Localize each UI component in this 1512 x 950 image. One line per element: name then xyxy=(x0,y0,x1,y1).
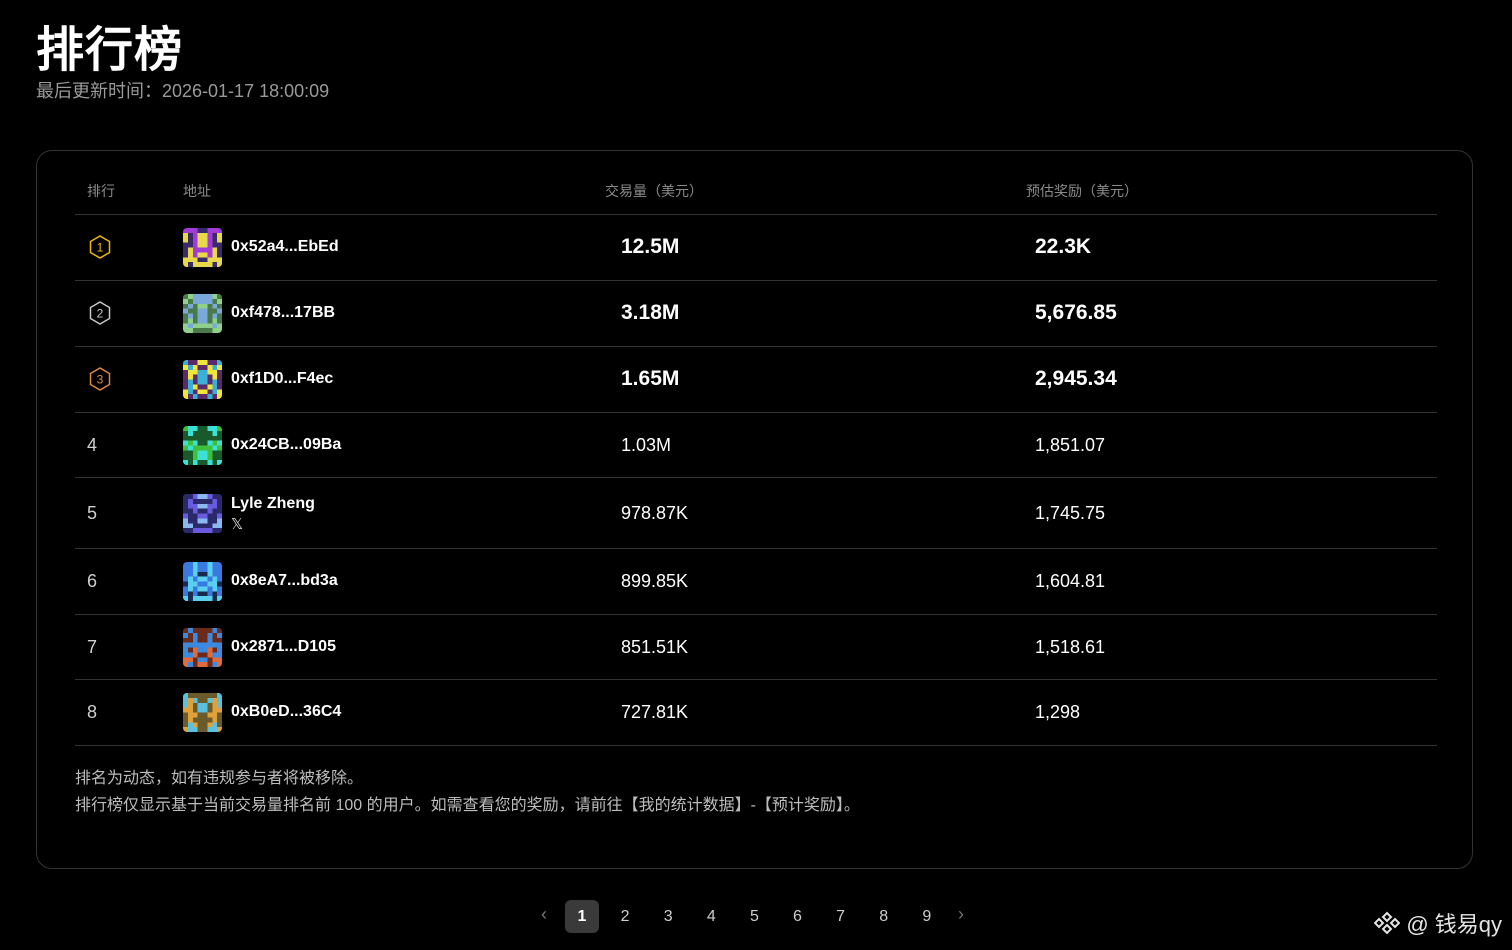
avatar[interactable] xyxy=(183,425,222,465)
avatar[interactable] xyxy=(183,493,222,533)
prev-page-button[interactable]: ‹ xyxy=(541,904,547,925)
last-updated: 最后更新时间：2026-01-17 18:00:09 xyxy=(36,81,330,101)
volume-value: 727.81K xyxy=(621,702,689,722)
rank-number: 2 xyxy=(97,307,104,321)
page-button-7[interactable]: 7 xyxy=(824,900,858,933)
rank-number: 6 xyxy=(87,571,98,591)
rank-number: 8 xyxy=(87,702,98,722)
note-line: 排行榜仅显示基于当前交易量排名前 100 的用户。如需查看您的奖励，请前往【我的… xyxy=(75,797,860,814)
col-volume: 交易量（美元） xyxy=(605,183,703,199)
avatar[interactable] xyxy=(183,627,222,667)
address-link[interactable]: 0xf1D0...F4ec xyxy=(231,370,333,388)
table-row: 7 0x2871...D105 851.51K 1,518.61 xyxy=(75,614,1437,680)
col-address: 地址 xyxy=(183,183,211,199)
col-rank: 排行 xyxy=(87,183,115,199)
leaderboard-card: 排行 地址 交易量（美元） 预估奖励（美元） 1 0x52a4...EbEd 12.… xyxy=(36,150,1473,869)
table-row: 5 Lyle Zheng 𝕏 978.87K 1,745.75 xyxy=(75,477,1437,549)
table-row: 2 0xf478...17BB 3.18M 5,676.85 xyxy=(75,280,1437,347)
address-link[interactable]: Lyle Zheng xyxy=(231,495,315,513)
address-link[interactable]: 0x2871...D105 xyxy=(231,638,336,656)
volume-value: 978.87K xyxy=(621,502,689,523)
volume-value: 899.85K xyxy=(621,571,689,591)
address-link[interactable]: 0xB0eD...36C4 xyxy=(231,703,341,721)
page-button-3[interactable]: 3 xyxy=(651,900,685,933)
reward-value: 1,298 xyxy=(1035,702,1081,722)
address-link[interactable]: 0xf478...17BB xyxy=(231,304,335,322)
reward-value: 1,745.75 xyxy=(1035,502,1106,523)
address-link[interactable]: 0x52a4...EbEd xyxy=(231,238,339,256)
table-row: 4 0x24CB...09Ba 1.03M 1,851.07 xyxy=(75,412,1437,478)
rank-badge-icon: 1 xyxy=(89,235,111,259)
table-row: 8 0xB0eD...36C4 727.81K 1,298 xyxy=(75,679,1437,746)
table-row: 6 0x8eA7...bd3a 899.85K 1,604.81 xyxy=(75,548,1437,615)
binance-logo-icon xyxy=(1374,911,1401,935)
reward-value: 1,518.61 xyxy=(1035,636,1106,657)
page-button-8[interactable]: 8 xyxy=(867,900,901,933)
pagination: ‹ 123456789 › xyxy=(0,900,1512,934)
reward-value: 1,604.81 xyxy=(1035,571,1106,591)
rank-number: 7 xyxy=(87,636,98,657)
avatar[interactable] xyxy=(183,360,222,399)
reward-value: 22.3K xyxy=(1035,235,1092,258)
rank-badge-icon: 2 xyxy=(89,301,111,325)
volume-value: 12.5M xyxy=(621,235,680,258)
reward-value: 5,676.85 xyxy=(1035,301,1117,324)
watermark: @ 钱易qy xyxy=(1374,907,1502,939)
volume-value: 1.65M xyxy=(621,367,680,390)
rank-number: 1 xyxy=(97,241,104,255)
col-reward: 预估奖励（美元） xyxy=(1026,183,1138,199)
page-button-2[interactable]: 2 xyxy=(608,900,642,933)
avatar[interactable] xyxy=(183,228,222,267)
volume-value: 3.18M xyxy=(621,301,680,324)
volume-value: 851.51K xyxy=(621,636,689,657)
x-twitter-icon[interactable]: 𝕏 xyxy=(231,515,243,533)
address-link[interactable]: 0x8eA7...bd3a xyxy=(231,572,338,590)
table-row: 1 0x52a4...EbEd 12.5M 22.3K xyxy=(75,214,1437,281)
rank-number: 4 xyxy=(87,434,98,455)
table-row: 3 0xf1D0...F4ec 1.65M 2,945.34 xyxy=(75,346,1437,413)
page-button-4[interactable]: 4 xyxy=(694,900,728,933)
avatar[interactable] xyxy=(183,562,222,601)
page-button-6[interactable]: 6 xyxy=(781,900,815,933)
note-line: 排名为动态，如有违规参与者将被移除。 xyxy=(75,770,364,787)
notes: 排名为动态，如有违规参与者将被移除。 排行榜仅显示基于当前交易量排名前 100 … xyxy=(75,765,860,819)
rank-number: 3 xyxy=(97,373,104,387)
volume-value: 1.03M xyxy=(621,434,672,455)
reward-value: 1,851.07 xyxy=(1035,434,1106,455)
page-button-5[interactable]: 5 xyxy=(737,900,771,933)
rank-badge-icon: 3 xyxy=(89,367,111,391)
address-link[interactable]: 0x24CB...09Ba xyxy=(231,436,341,454)
page-title: 排行榜 xyxy=(36,22,184,78)
avatar[interactable] xyxy=(183,294,222,333)
table-header: 排行 地址 交易量（美元） 预估奖励（美元） xyxy=(75,151,1437,215)
page-button-1[interactable]: 1 xyxy=(565,900,599,933)
watermark-text: @ 钱易qy xyxy=(1406,912,1502,937)
page-button-9[interactable]: 9 xyxy=(910,900,944,933)
avatar[interactable] xyxy=(183,693,222,732)
next-page-button[interactable]: › xyxy=(958,904,964,925)
reward-value: 2,945.34 xyxy=(1035,367,1117,390)
rank-number: 5 xyxy=(87,502,98,523)
